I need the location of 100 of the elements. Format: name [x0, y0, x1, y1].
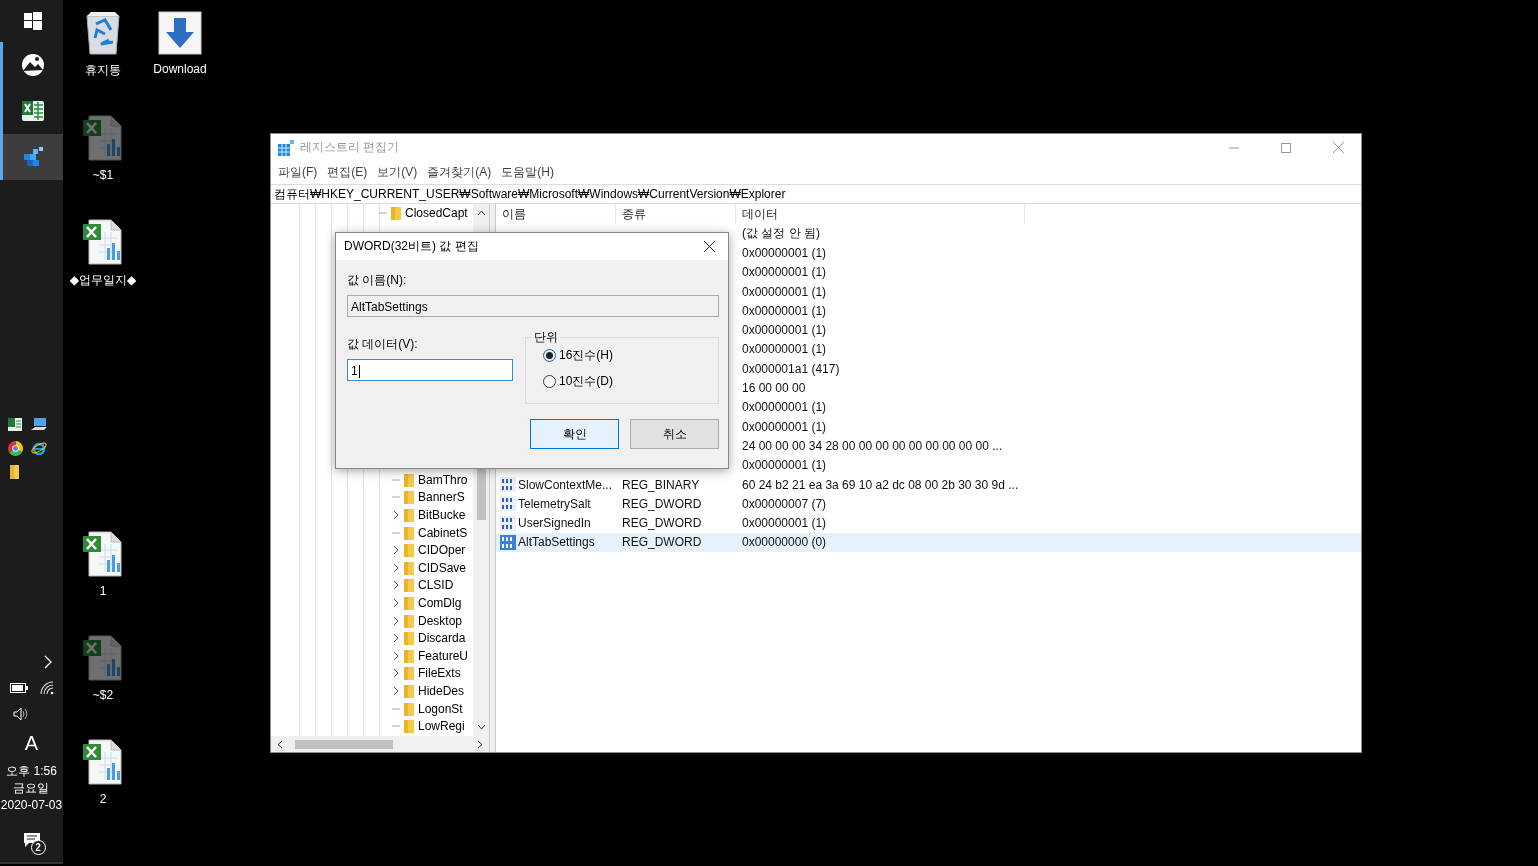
value-data: 0x00000000 (0): [742, 535, 827, 550]
tree-item[interactable]: BannerS: [418, 490, 465, 505]
folder-icon: [403, 701, 415, 716]
column-header[interactable]: 데이터: [736, 204, 1025, 224]
scroll-left-icon[interactable]: [277, 739, 283, 749]
browser-icon[interactable]: [7, 440, 23, 456]
group-label: 단위: [532, 329, 560, 346]
chevron-icon[interactable]: [392, 668, 400, 679]
folder-icon: [403, 525, 415, 540]
chevron-icon[interactable]: [392, 650, 400, 661]
value-data: 0x00000001 (1): [742, 419, 827, 434]
folder-icon: [403, 578, 415, 593]
scroll-down-icon[interactable]: [476, 724, 486, 730]
radio-icon[interactable]: [543, 374, 556, 388]
value-data: 0x00000001 (1): [742, 458, 827, 473]
dialog-title: DWORD(32비트) 값 편집: [344, 238, 479, 255]
value-data: 0x00000001 (1): [742, 342, 827, 357]
scroll-up-icon[interactable]: [476, 210, 486, 216]
globe-ring-icon[interactable]: [31, 440, 47, 456]
chevron-icon[interactable]: [392, 686, 400, 696]
tree-item[interactable]: BitBucke: [418, 508, 466, 523]
tree-item[interactable]: Discarda: [418, 631, 466, 646]
tree-item[interactable]: FileExts: [418, 666, 461, 681]
dialog-button[interactable]: 확인: [530, 419, 619, 449]
value-data: 60 24 b2 21 ea 3a 69 10 a2 dc 08 00 2b 30 30 9d ...: [742, 477, 1019, 492]
folder-icon: [403, 719, 415, 734]
value-name[interactable]: AltTabSettings: [518, 535, 595, 550]
folder-icon: [403, 508, 415, 523]
value-data: (값 설정 안 됨): [742, 226, 820, 241]
input-field[interactable]: 1: [347, 359, 513, 381]
chevron-icon[interactable]: [392, 615, 400, 626]
value-data: 0x00000001 (1): [742, 323, 827, 338]
wifi-icon[interactable]: [39, 681, 54, 695]
value-type: REG_BINARY: [622, 477, 700, 492]
value-name[interactable]: TelemetrySalt: [518, 496, 591, 511]
windows-logo-icon: [24, 12, 42, 30]
chevron-icon[interactable]: [392, 598, 400, 609]
field-label: 값 데이터(V):: [347, 336, 419, 353]
folder-icon: [403, 631, 415, 646]
value-name[interactable]: UserSignedIn: [518, 516, 591, 531]
tree-item[interactable]: ComDlg: [418, 596, 462, 611]
clock-time: 오후 1:56: [6, 763, 57, 780]
shortcut-label: ~$1: [92, 168, 114, 182]
tree-item[interactable]: CIDOper: [418, 543, 466, 558]
scrollbar-thumb[interactable]: [295, 739, 393, 749]
folder-icon: [403, 613, 415, 628]
shortcut-label: Download: [153, 62, 207, 76]
tree-item[interactable]: CLSID: [418, 578, 454, 593]
radio-button[interactable]: 16진수(H): [543, 346, 718, 364]
spreadsheet-icon[interactable]: [8, 417, 22, 431]
spreadsheet-icon: [22, 101, 44, 121]
value-type: REG_DWORD: [622, 535, 702, 550]
tree-item[interactable]: CIDSave: [418, 560, 467, 575]
field-label: 값 이름(N):: [347, 272, 408, 289]
chevron-icon[interactable]: [392, 545, 400, 556]
notification-badge: 2: [30, 840, 46, 855]
close-icon: [1332, 142, 1344, 153]
input-mode-indicator[interactable]: A: [24, 732, 39, 755]
scroll-right-icon[interactable]: [477, 739, 483, 749]
column-header[interactable]: 이름: [496, 204, 616, 224]
computer-icon[interactable]: [31, 417, 47, 431]
chevron-icon[interactable]: [392, 510, 400, 521]
tree-item[interactable]: Desktop: [418, 613, 463, 628]
address-bar[interactable]: 컴퓨터₩HKEY_CURRENT_USER₩Software₩Microsoft₩Windows₩CurrentVersion₩Explorer: [271, 184, 1361, 204]
radio-icon[interactable]: [543, 348, 556, 362]
clock[interactable]: 오후 1:56 금요일 2020-07-03: [0, 763, 63, 814]
menu-item[interactable]: 보기(V): [372, 162, 423, 183]
menu-item[interactable]: 파일(F): [273, 162, 323, 183]
tree-item[interactable]: CabinetS: [418, 525, 468, 540]
horizontal-scrollbar[interactable]: [271, 736, 489, 752]
notification-button[interactable]: 2: [16, 828, 47, 852]
folder-icon: [403, 490, 415, 505]
dialog-button[interactable]: 취소: [630, 419, 719, 449]
binary-value-icon: [500, 496, 516, 512]
menu-item[interactable]: 도움말(H): [496, 162, 559, 183]
tree-item[interactable]: BamThro: [418, 472, 468, 487]
menu-item[interactable]: 편집(E): [322, 162, 373, 183]
tree-item[interactable]: LogonSt: [418, 701, 463, 716]
shortcut-label: 휴지통: [85, 62, 121, 79]
speaker-icon[interactable]: [13, 707, 29, 721]
value-name[interactable]: SlowContextMe...: [518, 477, 613, 492]
column-header[interactable]: 종류: [616, 204, 736, 224]
tree-item[interactable]: LowRegi: [418, 719, 465, 734]
tree-item[interactable]: ClosedCapt: [405, 205, 468, 220]
folder-icon[interactable]: [10, 465, 20, 479]
window-title: 레지스트리 편집기: [300, 139, 400, 156]
value-data: 24 00 00 00 34 28 00 00 00 00 00 00 00 00 00 ...: [742, 438, 1003, 453]
input-field[interactable]: AltTabSettings: [347, 295, 719, 317]
chevron-icon[interactable]: [392, 562, 400, 573]
chevron-icon[interactable]: [392, 633, 400, 644]
trash-bin-icon: [83, 10, 123, 56]
folder-icon: [403, 543, 415, 558]
chevron-icon[interactable]: [392, 580, 400, 591]
menu-item[interactable]: 즐겨찾기(A): [422, 162, 497, 183]
tree-item[interactable]: HideDes: [418, 684, 465, 698]
value-data: 0x00000001 (1): [742, 400, 827, 415]
radio-button[interactable]: 10진수(D): [543, 372, 718, 390]
value-data: 0x00000007 (7): [742, 496, 827, 511]
tree-item[interactable]: FeatureU: [418, 648, 469, 663]
battery-icon[interactable]: [9, 683, 28, 693]
